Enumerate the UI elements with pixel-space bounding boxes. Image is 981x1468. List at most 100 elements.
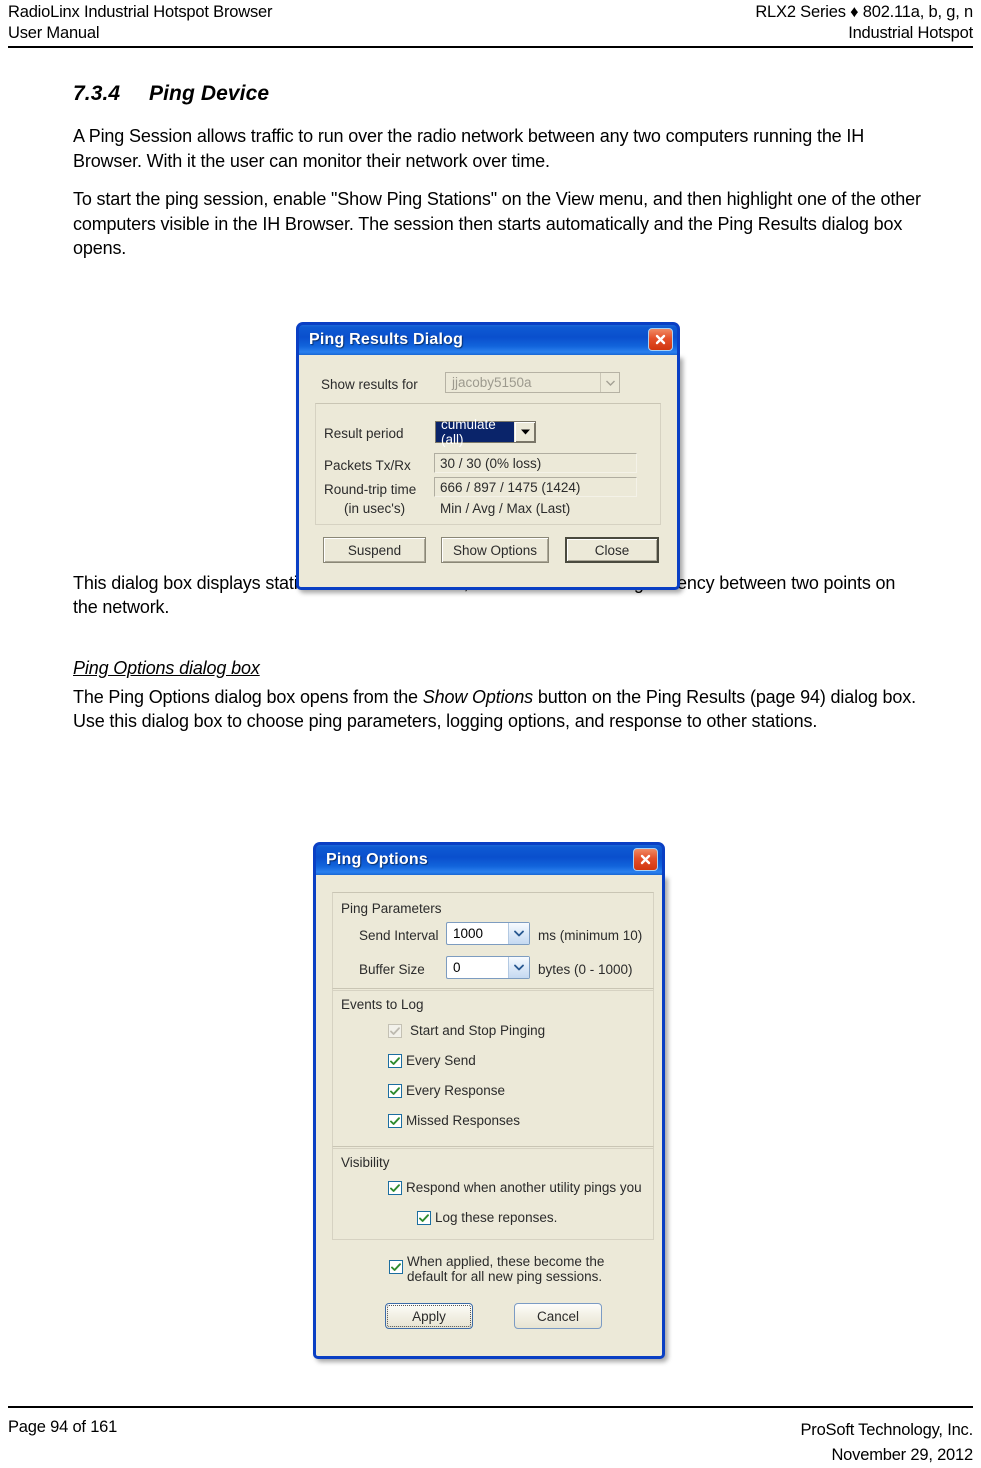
- company-name: ProSoft Technology, Inc.: [800, 1421, 973, 1439]
- subsection-heading: Ping Options dialog box: [73, 657, 260, 678]
- checkbox-box: [388, 1114, 402, 1128]
- footer-right-block: ProSoft Technology, Inc. November 29, 20…: [800, 1418, 973, 1468]
- checkbox-every-response[interactable]: Every Response: [388, 1083, 505, 1099]
- checkbox-label: Every Send: [406, 1053, 476, 1068]
- apply-button[interactable]: Apply: [385, 1303, 473, 1329]
- show-options-button[interactable]: Show Options: [441, 537, 549, 563]
- roundtrip-units-label: (in usec's): [344, 501, 406, 516]
- result-period-label: Result period: [324, 426, 404, 441]
- close-button-label: Close: [594, 542, 630, 558]
- checkbox-log-these-responses[interactable]: Log these reponses.: [417, 1210, 557, 1226]
- buffer-size-units: bytes (0 - 1000): [538, 962, 633, 977]
- ping-options-titlebar: Ping Options: [313, 842, 665, 875]
- checkbox-box: [388, 1024, 402, 1038]
- checkbox-missed-responses[interactable]: Missed Responses: [388, 1113, 520, 1129]
- checkbox-box: [388, 1084, 402, 1098]
- buffer-size-select[interactable]: 0: [446, 956, 530, 979]
- visibility-group-label: Visibility: [341, 1155, 390, 1170]
- suspend-button-label: Suspend: [347, 542, 402, 558]
- roundtrip-label: Round-trip time: [324, 482, 417, 497]
- checkbox-label: Start and Stop Pinging: [410, 1023, 546, 1038]
- footer-divider: [8, 1406, 973, 1408]
- checkbox-label: Missed Responses: [406, 1113, 521, 1128]
- chevron-down-icon: [600, 373, 619, 392]
- checkbox-label-line2: default for all new ping sessions.: [407, 1269, 603, 1284]
- show-results-for-select[interactable]: jjacoby5150a: [445, 372, 620, 393]
- ping-options-title: Ping Options: [326, 851, 428, 868]
- close-button[interactable]: Close: [565, 537, 659, 563]
- ping-results-dialog-body: Show results for jjacoby5150a Result per…: [296, 355, 680, 590]
- section-heading-text: Ping Device: [149, 82, 270, 105]
- checkbox-respond-to-pings[interactable]: Respond when another utility pings you: [388, 1180, 642, 1196]
- suspend-button[interactable]: Suspend: [323, 537, 426, 563]
- chevron-down-icon: [508, 923, 529, 944]
- page-number: Page 94 of 161: [8, 1418, 118, 1436]
- checkbox-box: [389, 1260, 403, 1274]
- ping-parameters-group: Ping Parameters Send Interval 1000 ms (m…: [332, 892, 654, 991]
- header-left-block: RadioLinx Industrial Hotspot Browser Use…: [8, 2, 272, 44]
- cancel-button-label: Cancel: [536, 1308, 580, 1324]
- cancel-button[interactable]: Cancel: [514, 1303, 602, 1329]
- checkbox-label: Log these reponses.: [435, 1210, 558, 1225]
- document-date: November 29, 2012: [831, 1446, 973, 1464]
- events-to-log-group: Events to Log Start and Stop Pinging Eve…: [332, 988, 654, 1149]
- buffer-size-value: 0: [453, 960, 461, 975]
- checkbox-every-send[interactable]: Every Send: [388, 1053, 476, 1069]
- intro-paragraph: A Ping Session allows traffic to run ove…: [73, 126, 865, 171]
- page-header: RadioLinx Industrial Hotspot Browser Use…: [0, 0, 981, 48]
- header-right-block: RLX2 Series ♦ 802.11a, b, g, n Industria…: [755, 2, 973, 44]
- header-product-family: Industrial Hotspot: [848, 24, 973, 42]
- chevron-down-icon: [508, 957, 529, 978]
- ping-results-titlebar: Ping Results Dialog: [296, 322, 680, 355]
- roundtrip-value-field: 666 / 897 / 1475 (1424): [434, 477, 637, 497]
- send-interval-label: Send Interval: [359, 928, 439, 943]
- checkbox-box: [417, 1211, 431, 1225]
- packets-value-field: 30 / 30 (0% loss): [434, 453, 637, 473]
- ping-results-title: Ping Results Dialog: [309, 331, 464, 348]
- send-interval-units: ms (minimum 10): [538, 928, 643, 943]
- page-title: 7.3.4 Ping Device: [73, 82, 921, 106]
- send-interval-select[interactable]: 1000: [446, 922, 530, 945]
- close-icon[interactable]: [633, 848, 658, 871]
- events-to-log-group-label: Events to Log: [341, 997, 424, 1012]
- show-options-emphasis: Show Options: [422, 686, 534, 707]
- close-icon[interactable]: [648, 328, 673, 351]
- buffer-size-label: Buffer Size: [359, 962, 425, 977]
- checkbox-label: When applied, these become the default f…: [407, 1254, 607, 1284]
- checkbox-label: Respond when another utility pings you: [406, 1180, 642, 1195]
- roundtrip-value: 666 / 897 / 1475 (1424): [440, 479, 581, 495]
- checkbox-start-stop-pinging[interactable]: Start and Stop Pinging: [388, 1023, 545, 1039]
- result-period-value: cumulate (all): [436, 417, 514, 447]
- options-desc-part1: The Ping Options dialog box opens from t…: [73, 686, 423, 707]
- ping-results-dialog-figure: Ping Results Dialog Show results for jja…: [296, 322, 686, 590]
- packets-label: Packets Tx/Rx: [324, 458, 411, 473]
- options-description-paragraph: The Ping Options dialog box opens from t…: [73, 685, 921, 734]
- results-group-box: Result period cumulate (all) Packets Tx/…: [315, 403, 661, 525]
- send-interval-value: 1000: [453, 926, 484, 941]
- header-manual-product: RadioLinx Industrial Hotspot Browser: [8, 3, 273, 21]
- roundtrip-legend: Min / Avg / Max (Last): [440, 501, 571, 516]
- checkbox-label: Every Response: [406, 1083, 506, 1098]
- header-series-spec: RLX2 Series ♦ 802.11a, b, g, n: [755, 3, 973, 21]
- show-options-button-label: Show Options: [452, 542, 538, 558]
- show-results-for-label: Show results for: [321, 377, 418, 392]
- ping-parameters-group-label: Ping Parameters: [341, 901, 442, 916]
- start-session-paragraph: To start the ping session, enable "Show …: [73, 189, 921, 258]
- ping-results-dialog: Ping Results Dialog Show results for jja…: [296, 322, 680, 590]
- checkbox-make-default[interactable]: When applied, these become the default f…: [389, 1254, 607, 1284]
- apply-button-label: Apply: [412, 1308, 446, 1324]
- chevron-down-icon: [514, 422, 535, 442]
- checkbox-label-line1: When applied, these become the: [407, 1254, 605, 1269]
- ping-options-dialog-figure: Ping Options Ping Parameters Send Interv…: [313, 842, 673, 1359]
- visibility-group: Visibility Respond when another utility …: [332, 1146, 654, 1240]
- checkbox-box: [388, 1054, 402, 1068]
- packets-value: 30 / 30 (0% loss): [440, 455, 542, 471]
- ping-options-dialog: Ping Options Ping Parameters Send Interv…: [313, 842, 665, 1359]
- result-period-select[interactable]: cumulate (all): [435, 417, 536, 447]
- show-results-for-value: jjacoby5150a: [452, 375, 532, 390]
- section-number: 7.3.4: [73, 82, 121, 105]
- header-manual-type: User Manual: [8, 24, 100, 42]
- ping-options-dialog-body: Ping Parameters Send Interval 1000 ms (m…: [313, 875, 665, 1359]
- header-divider: [8, 46, 973, 48]
- checkbox-box: [388, 1181, 402, 1195]
